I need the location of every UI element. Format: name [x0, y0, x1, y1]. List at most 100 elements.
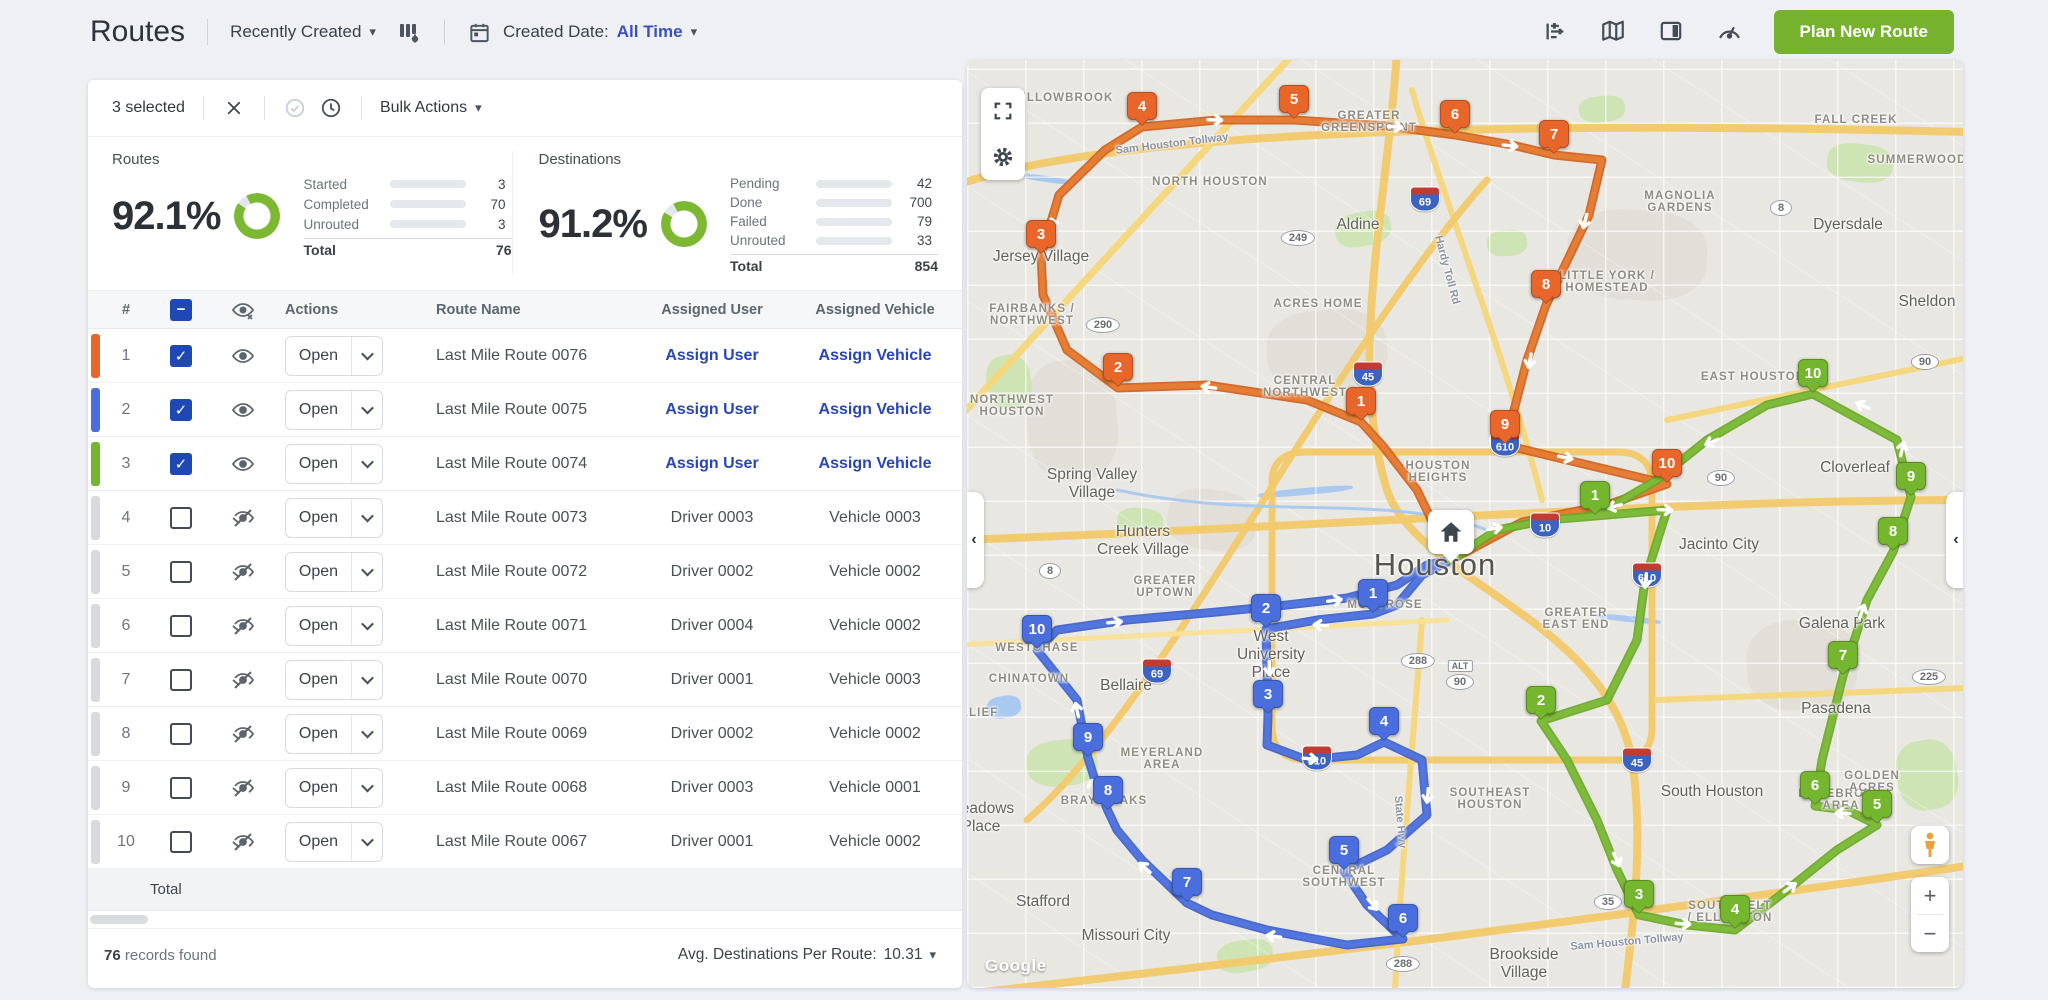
open-route-button[interactable]: Open [285, 822, 383, 862]
map-marker-blue-2[interactable]: 2 [1251, 594, 1281, 622]
map-marker-orange-8[interactable]: 8 [1531, 270, 1561, 298]
map-marker-green-8[interactable]: 8 [1878, 517, 1908, 545]
map-marker-orange-6[interactable]: 6 [1440, 100, 1470, 128]
map-marker-blue-8[interactable]: 8 [1093, 776, 1123, 804]
row-checkbox[interactable]: ✓ [170, 453, 192, 475]
visibility-off-icon[interactable] [212, 830, 274, 854]
speedometer-icon[interactable] [1716, 18, 1744, 46]
open-route-button[interactable]: Open [285, 498, 383, 538]
open-dropdown-toggle[interactable] [352, 769, 382, 807]
open-route-button[interactable]: Open [285, 390, 383, 430]
assign-user-link[interactable]: Assign User [665, 347, 758, 364]
scrollbar-thumb[interactable] [90, 915, 148, 924]
row-checkbox[interactable] [170, 831, 192, 853]
row-checkbox[interactable]: ✓ [170, 345, 192, 367]
row-checkbox[interactable]: ✓ [170, 399, 192, 421]
panel-layout-icon[interactable] [1658, 18, 1686, 46]
open-dropdown-toggle[interactable] [352, 499, 382, 537]
open-route-button[interactable]: Open [285, 768, 383, 808]
map-marker-orange-3[interactable]: 3 [1026, 220, 1056, 248]
open-route-button[interactable]: Open [285, 552, 383, 592]
visibility-on-icon[interactable] [212, 344, 274, 368]
map-marker-blue-1[interactable]: 1 [1358, 579, 1388, 607]
created-date-filter[interactable]: Created Date: All Time ▾ [503, 22, 697, 42]
map-icon[interactable] [1600, 18, 1628, 46]
routes-list-settings-icon[interactable] [1542, 18, 1570, 46]
depot-home-marker[interactable] [1428, 510, 1474, 554]
row-checkbox[interactable] [170, 669, 192, 691]
map-marker-green-4[interactable]: 4 [1720, 895, 1750, 923]
assign-user-link[interactable]: Assign User [665, 401, 758, 418]
open-route-button[interactable]: Open [285, 606, 383, 646]
open-route-button[interactable]: Open [285, 714, 383, 754]
clear-selection-icon[interactable] [222, 96, 246, 120]
visibility-off-icon[interactable] [212, 560, 274, 584]
map-marker-blue-5[interactable]: 5 [1329, 836, 1359, 864]
map-marker-orange-2[interactable]: 2 [1103, 353, 1133, 381]
row-checkbox[interactable] [170, 615, 192, 637]
plan-new-route-button[interactable]: Plan New Route [1774, 10, 1954, 54]
map-marker-blue-7[interactable]: 7 [1172, 868, 1202, 896]
map-marker-green-3[interactable]: 3 [1624, 880, 1654, 908]
pegman-icon[interactable] [1911, 826, 1949, 864]
map-marker-green-9[interactable]: 9 [1896, 462, 1926, 490]
map-marker-green-2[interactable]: 2 [1526, 686, 1556, 714]
assign-vehicle-link[interactable]: Assign Vehicle [819, 455, 932, 472]
visibility-off-icon[interactable] [212, 506, 274, 530]
schedule-icon[interactable] [319, 96, 343, 120]
map-marker-green-1[interactable]: 1 [1580, 481, 1610, 509]
open-dropdown-toggle[interactable] [352, 715, 382, 753]
horizontal-scrollbar[interactable] [88, 911, 962, 929]
open-route-button[interactable]: Open [285, 444, 383, 484]
bulk-actions-dropdown[interactable]: Bulk Actions ▾ [380, 99, 482, 117]
map-marker-orange-10[interactable]: 10 [1652, 449, 1682, 477]
assign-user-link[interactable]: Assign User [665, 455, 758, 472]
visibility-on-icon[interactable] [212, 398, 274, 422]
select-all-checkbox[interactable]: − [170, 299, 192, 321]
map-marker-green-7[interactable]: 7 [1828, 641, 1858, 669]
visibility-on-icon[interactable] [212, 452, 274, 476]
map-marker-orange-4[interactable]: 4 [1127, 92, 1157, 120]
map-marker-orange-5[interactable]: 5 [1279, 85, 1309, 113]
open-dropdown-toggle[interactable] [352, 661, 382, 699]
columns-settings-icon[interactable] [396, 19, 422, 45]
map-marker-orange-1[interactable]: 1 [1346, 387, 1376, 415]
zoom-out-button[interactable]: − [1911, 915, 1949, 952]
open-dropdown-toggle[interactable] [352, 445, 382, 483]
row-checkbox[interactable] [170, 507, 192, 529]
open-dropdown-toggle[interactable] [352, 391, 382, 429]
map-marker-blue-9[interactable]: 9 [1073, 723, 1103, 751]
open-dropdown-toggle[interactable] [352, 607, 382, 645]
map-settings-gear-icon[interactable] [981, 134, 1025, 180]
map-marker-green-6[interactable]: 6 [1800, 771, 1830, 799]
visibility-all-icon[interactable] [212, 298, 274, 322]
map-marker-blue-3[interactable]: 3 [1253, 680, 1283, 708]
collapse-right-panel-handle[interactable]: ‹ [1946, 492, 1963, 588]
visibility-off-icon[interactable] [212, 614, 274, 638]
visibility-off-icon[interactable] [212, 776, 274, 800]
map-marker-blue-4[interactable]: 4 [1369, 707, 1399, 735]
zoom-in-button[interactable]: + [1911, 877, 1949, 914]
open-dropdown-toggle[interactable] [352, 823, 382, 861]
assign-vehicle-link[interactable]: Assign Vehicle [819, 347, 932, 364]
fullscreen-icon[interactable] [981, 88, 1025, 134]
assign-vehicle-link[interactable]: Assign Vehicle [819, 401, 932, 418]
row-checkbox[interactable] [170, 561, 192, 583]
avg-destinations-dropdown[interactable]: Avg. Destinations Per Route: 10.31 ▾ [678, 946, 936, 964]
map[interactable]: WILLOWBROOKGREATER GREENSPOINTNORTH HOUS… [967, 60, 1963, 988]
mark-done-icon[interactable] [283, 96, 307, 120]
open-dropdown-toggle[interactable] [352, 337, 382, 375]
row-checkbox[interactable] [170, 777, 192, 799]
visibility-off-icon[interactable] [212, 668, 274, 692]
map-marker-blue-10[interactable]: 10 [1022, 615, 1052, 643]
open-route-button[interactable]: Open [285, 660, 383, 700]
map-marker-blue-6[interactable]: 6 [1388, 904, 1418, 932]
collapse-left-panel-handle[interactable]: ‹ [967, 492, 984, 588]
open-dropdown-toggle[interactable] [352, 553, 382, 591]
map-marker-orange-9[interactable]: 9 [1490, 410, 1520, 438]
sort-dropdown[interactable]: Recently Created ▾ [230, 22, 376, 42]
visibility-off-icon[interactable] [212, 722, 274, 746]
map-marker-green-5[interactable]: 5 [1862, 790, 1892, 818]
row-checkbox[interactable] [170, 723, 192, 745]
map-marker-orange-7[interactable]: 7 [1539, 120, 1569, 148]
